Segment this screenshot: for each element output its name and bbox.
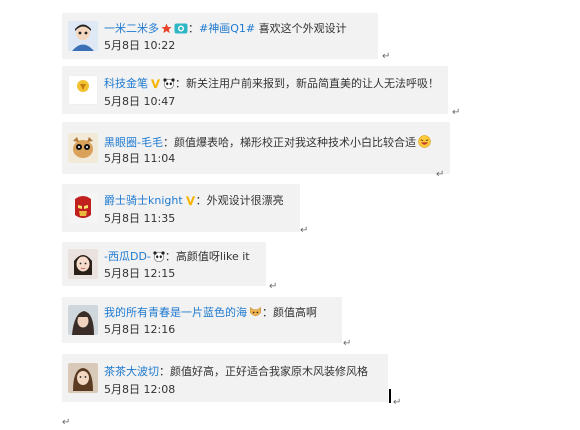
separator: ： [164,250,176,263]
comment-card: 科技金笔 ：新关注用户前来报到，新品简直美的让人无法呼吸！ 5月8日 10:47 [62,66,448,114]
comment-line: 黑眼圈-毛毛：颜值爆表哈，梯形校正对我这种技术小白比较合适 [104,135,431,150]
topic-link[interactable]: #神画Q1# [199,22,255,35]
timestamp[interactable]: 5月8日 12:16 [104,323,175,337]
paragraph-mark: ↵ [452,107,461,118]
separator: ： [188,22,199,35]
comment-text: 颜值爆表哈，梯形校正对我这种技术小白比较合适 [173,136,416,149]
timestamp[interactable]: 5月8日 10:22 [104,39,175,53]
comment-text: 外观设计很漂亮 [206,194,284,207]
star-icon [161,23,172,34]
paragraph-mark: ↵ [436,169,445,180]
comment-card: 我的所有青春是一片蓝色的海 ：颜值高啊 5月8日 12:16 [62,297,342,343]
username-link[interactable]: 黑眼圈-毛毛 [104,136,163,149]
cat-icon [249,306,262,318]
username-link[interactable]: 科技金笔 [104,77,148,90]
paragraph-mark: ↵ [62,417,71,428]
comment-line: 爵士骑士knight ：外观设计很漂亮 [104,194,284,208]
v-badge-icon [150,78,161,89]
comment-text: 颜值高啊 [273,306,317,319]
comment-line: 科技金笔 ：新关注用户前来报到，新品简直美的让人无法呼吸！ [104,77,439,91]
panda-icon [153,251,165,262]
comment-line: -西瓜DD- ：高颜值呀like it [104,250,250,264]
paragraph-mark: ↵ [393,397,402,408]
panda-icon [163,78,175,89]
comment-card: 茶茶大波切：颜值好高，正好适合我家原木风装修风格 5月8日 12:08 [62,354,388,402]
separator: ： [175,77,186,90]
username-link[interactable]: -西瓜DD- [104,250,151,263]
comment-line: 茶茶大波切：颜值好高，正好适合我家原木风装修风格 [104,365,368,379]
comment-card: -西瓜DD- ：高颜值呀like it 5月8日 12:15 [62,242,266,286]
paragraph-mark: ↵ [269,281,278,292]
v-badge-icon [185,195,196,206]
username-link[interactable]: 我的所有青春是一片蓝色的海 [104,306,247,319]
timestamp[interactable]: 5月8日 12:15 [104,267,175,281]
avatar[interactable] [68,75,98,105]
username-link[interactable]: 爵士骑士knight [104,194,183,207]
laughing-emoji-icon [418,135,431,148]
comment-card: 爵士骑士knight ：外观设计很漂亮 5月8日 11:35 [62,184,300,232]
paragraph-mark: ↵ [343,338,352,349]
comment-text: 新关注用户前来报到，新品简直美的让人无法呼吸！ [186,77,439,90]
separator: ： [159,365,170,378]
comment-text: 高颜值呀like it [175,250,250,263]
comment-text: 喜欢这个外观设计 [255,22,347,35]
separator: ： [262,306,273,319]
camera-icon [174,23,188,34]
paragraph-mark: ↵ [382,51,391,62]
username-link[interactable]: 一米二米多 [104,22,159,35]
avatar[interactable] [68,193,98,223]
comment-card: 黑眼圈-毛毛：颜值爆表哈，梯形校正对我这种技术小白比较合适 5月8日 11:04 [62,122,450,174]
comment-line: 我的所有青春是一片蓝色的海 ：颜值高啊 [104,306,317,320]
comment-card: 一米二米多 ：#神画Q1# 喜欢这个外观设计 5月8日 10:22 [62,13,378,59]
timestamp[interactable]: 5月8日 11:04 [104,152,175,166]
paragraph-mark: ↵ [300,225,309,236]
avatar[interactable] [68,133,98,163]
avatar[interactable] [68,249,98,279]
avatar[interactable] [68,305,98,335]
timestamp[interactable]: 5月8日 11:35 [104,212,175,226]
separator: ： [195,194,207,207]
separator: ： [162,136,174,149]
avatar[interactable] [68,363,98,393]
avatar[interactable] [68,21,98,51]
timestamp[interactable]: 5月8日 10:47 [104,95,175,109]
text-cursor [389,389,391,403]
comment-line: 一米二米多 ：#神画Q1# 喜欢这个外观设计 [104,22,347,36]
username-link[interactable]: 茶茶大波切 [104,365,159,378]
comment-text: 颜值好高，正好适合我家原木风装修风格 [170,365,368,378]
timestamp[interactable]: 5月8日 12:08 [104,383,175,397]
